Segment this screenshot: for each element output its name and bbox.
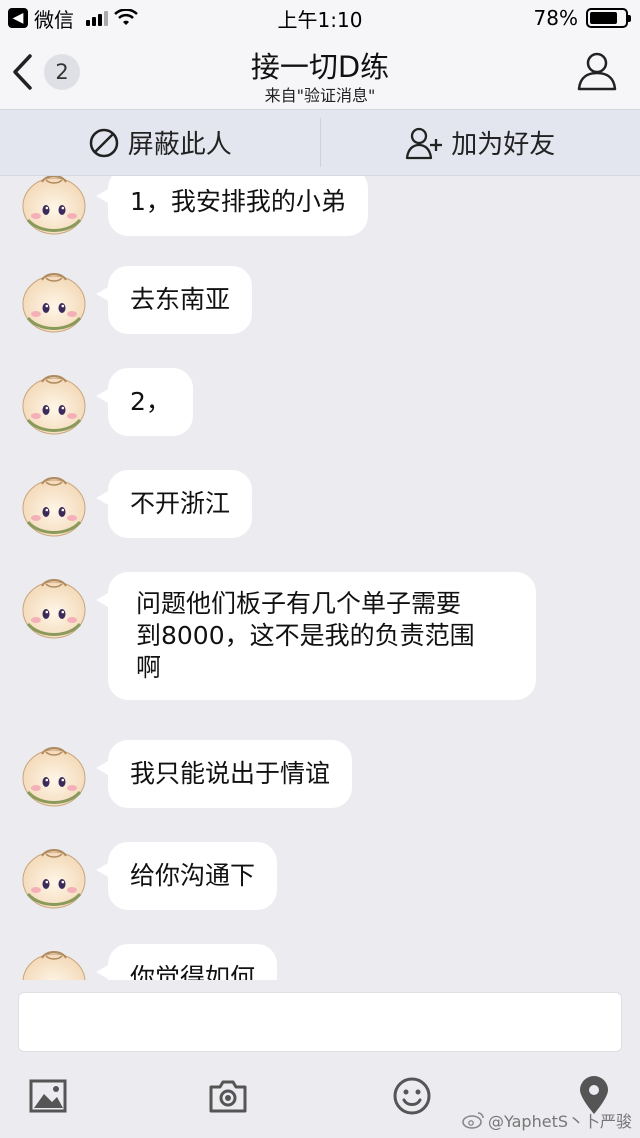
status-right: 78%	[533, 6, 631, 30]
add-person-icon	[406, 127, 443, 159]
avatar[interactable]	[20, 572, 88, 640]
avatar[interactable]	[20, 176, 88, 236]
signal-icon	[86, 10, 108, 26]
back-to-app-label: 微信	[34, 7, 74, 32]
image-icon[interactable]	[28, 1076, 68, 1116]
message-bubble[interactable]: 2，	[96, 368, 193, 436]
nav-bar: 2 接一切D练 来自"验证消息"	[0, 36, 640, 110]
block-user-button[interactable]: 屏蔽此人	[0, 110, 320, 175]
message-bubble[interactable]: 我只能说出于情谊	[95, 740, 353, 808]
weibo-icon	[462, 1112, 484, 1129]
battery-percent: 78%	[533, 6, 578, 30]
battery-fill	[590, 12, 617, 24]
wifi-icon	[114, 9, 138, 25]
message-bubble[interactable]: 你觉得如何	[95, 944, 278, 980]
page-title: 接一切D练	[250, 50, 390, 84]
watermark: @YaphetS丶卜严骏	[462, 1108, 632, 1132]
input-area: @YaphetS丶卜严骏	[0, 980, 640, 1138]
message-bubble[interactable]: 问题他们板子有几个单子需要 到8000，这不是我的负责范围 啊	[96, 572, 536, 700]
avatar[interactable]	[20, 842, 88, 910]
block-user-label: 屏蔽此人	[127, 130, 232, 160]
status-bar: ◀ 微信 上午1:10 78%	[0, 0, 640, 36]
watermark-text: @YaphetS丶卜严骏	[488, 1112, 632, 1131]
avatar[interactable]	[20, 740, 88, 808]
message-bubble[interactable]: 给你沟通下	[95, 842, 278, 910]
avatar[interactable]	[20, 266, 88, 334]
message-bubble[interactable]: 不开浙江	[95, 470, 253, 538]
page-subtitle: 来自"验证消息"	[264, 86, 376, 105]
person-icon[interactable]	[576, 50, 618, 92]
chat-area[interactable]: 1，我安排我的小弟 去东南亚 2， 不开浙江 问题他们板子有几个单子需要 到80…	[0, 176, 640, 980]
block-icon	[89, 128, 118, 157]
action-bar: 屏蔽此人 加为好友	[0, 110, 640, 176]
back-arrow-icon: ◀	[8, 8, 28, 28]
message-bubble[interactable]: 1，我安排我的小弟	[96, 176, 368, 236]
message-input[interactable]	[18, 992, 622, 1052]
avatar[interactable]	[20, 470, 88, 538]
add-friend-label: 加为好友	[451, 130, 556, 160]
status-left[interactable]: ◀ 微信	[8, 4, 138, 33]
avatar[interactable]	[20, 944, 88, 980]
emoji-icon[interactable]	[392, 1076, 432, 1116]
camera-icon[interactable]	[208, 1076, 248, 1116]
avatar[interactable]	[20, 368, 88, 436]
message-bubble[interactable]: 去东南亚	[95, 266, 253, 334]
battery-icon	[586, 8, 631, 28]
add-friend-button[interactable]: 加为好友	[321, 110, 640, 175]
